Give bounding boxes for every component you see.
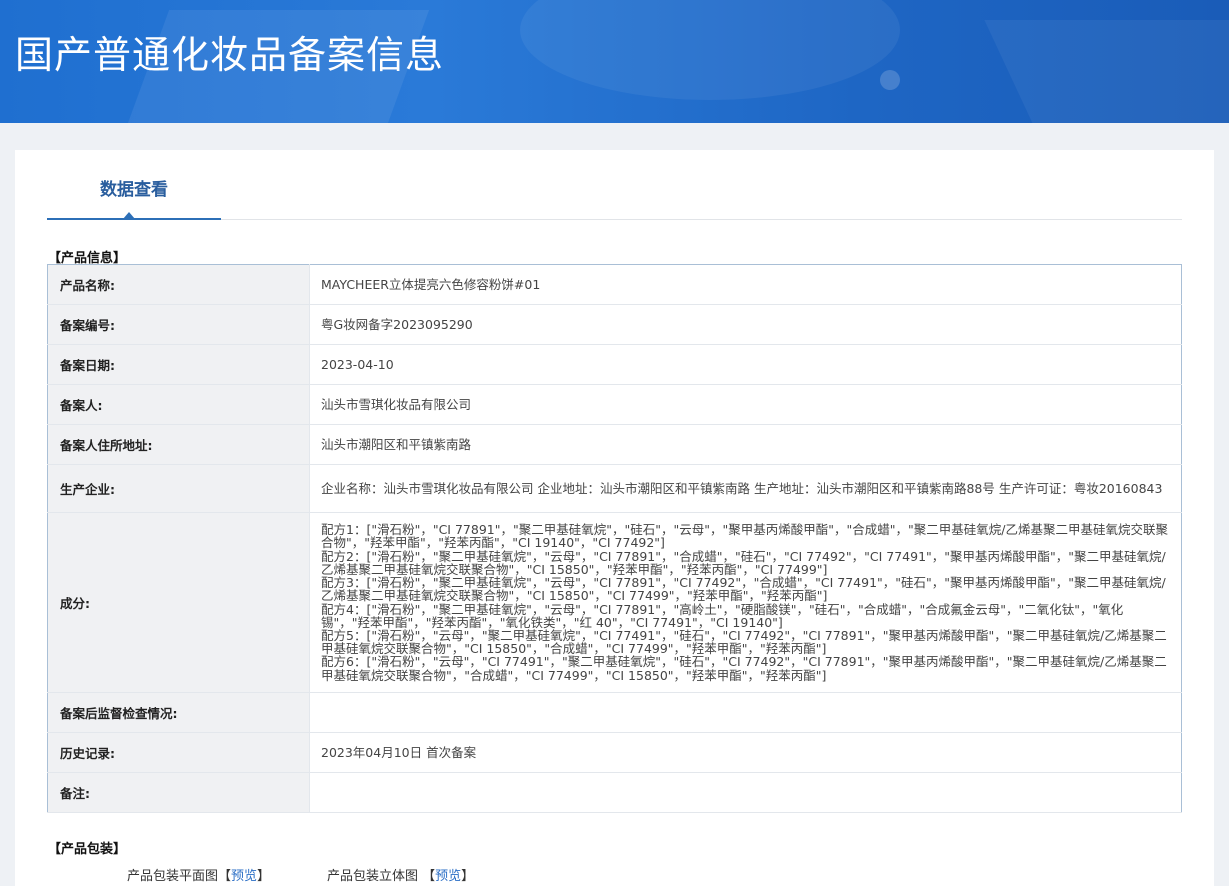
row-label: 备案人: bbox=[47, 384, 310, 425]
row-label: 生产企业: bbox=[47, 464, 310, 513]
registration-number-value: 粤G妆网备字2023095290 bbox=[309, 304, 1182, 345]
table-row: 产品名称: MAYCHEER立体提亮六色修容粉饼#01 bbox=[47, 264, 1182, 305]
table-row: 备案人: 汕头市雪琪化妆品有限公司 bbox=[47, 384, 1182, 425]
formula-line: 配方2：["滑石粉"，"聚二甲基硅氧烷"，"云母"，"CI 77891"，"合成… bbox=[321, 548, 1166, 577]
packaging-3d-label: 产品包装立体图 bbox=[327, 869, 423, 884]
banner-decoration bbox=[520, 0, 900, 100]
formula-line: 配方5：["滑石粉"，"云母"，"聚二甲基硅氧烷"，"CI 77491"，"硅石… bbox=[321, 627, 1167, 657]
registration-date-value: 2023-04-10 bbox=[309, 344, 1182, 385]
packaging-flat-item: 产品包装平面图【预览】 bbox=[127, 865, 270, 884]
header-banner: 国产普通化妆品备案信息 bbox=[0, 0, 1229, 123]
bracket: 【 bbox=[218, 869, 232, 884]
bracket: 】 bbox=[461, 869, 475, 884]
bracket: 】 bbox=[257, 869, 271, 884]
table-row: 历史记录: 2023年04月10日 首次备案 bbox=[47, 732, 1182, 773]
formula-line: 配方3：["滑石粉"，"聚二甲基硅氧烷"，"云母"，"CI 77891"，"CI… bbox=[321, 575, 1166, 604]
table-row: 生产企业: 企业名称：汕头市雪琪化妆品有限公司 企业地址：汕头市潮阳区和平镇紫南… bbox=[47, 464, 1182, 513]
row-label: 备案人住所地址: bbox=[47, 424, 310, 465]
row-label: 备案日期: bbox=[47, 344, 310, 385]
row-label: 备案编号: bbox=[47, 304, 310, 345]
content-card: 数据查看 【产品信息】 产品名称: MAYCHEER立体提亮六色修容粉饼#01 … bbox=[15, 150, 1214, 886]
table-row: 成分: 配方1：["滑石粉"，"CI 77891"，"聚二甲基硅氧烷"，"硅石"… bbox=[47, 512, 1182, 693]
supervision-value bbox=[309, 692, 1182, 733]
remarks-value bbox=[309, 772, 1182, 813]
manufacturer-value: 企业名称：汕头市雪琪化妆品有限公司 企业地址：汕头市潮阳区和平镇紫南路 生产地址… bbox=[309, 464, 1182, 513]
packaging-3d-item: 产品包装立体图 【预览】 bbox=[327, 865, 474, 884]
bracket: 【 bbox=[422, 869, 436, 884]
table-row: 备案后监督检查情况: bbox=[47, 692, 1182, 733]
formula-line: 配方4：["滑石粉"，"聚二甲基硅氧烷"，"云母"，"CI 77891"，"高岭… bbox=[321, 601, 1124, 630]
banner-decoration bbox=[880, 70, 900, 90]
history-value: 2023年04月10日 首次备案 bbox=[309, 732, 1182, 773]
table-row: 备案人住所地址: 汕头市潮阳区和平镇紫南路 bbox=[47, 424, 1182, 465]
banner-decoration bbox=[984, 20, 1229, 123]
formula-line: 配方6：["滑石粉"，"云母"，"CI 77491"，"聚二甲基硅氧烷"，"硅石… bbox=[321, 654, 1167, 683]
registrant-address-value: 汕头市潮阳区和平镇紫南路 bbox=[309, 424, 1182, 465]
packaging-flat-label: 产品包装平面图 bbox=[127, 869, 219, 884]
ingredients-value: 配方1：["滑石粉"，"CI 77891"，"聚二甲基硅氧烷"，"硅石"，"云母… bbox=[309, 512, 1182, 693]
preview-3d-link[interactable]: 预览 bbox=[435, 869, 461, 884]
product-name-value: MAYCHEER立体提亮六色修容粉饼#01 bbox=[309, 264, 1182, 305]
tab-data-view[interactable]: 数据查看 bbox=[47, 150, 221, 220]
preview-flat-link[interactable]: 预览 bbox=[231, 869, 257, 884]
tab-bar: 数据查看 bbox=[47, 150, 1182, 220]
row-label: 产品名称: bbox=[47, 264, 310, 305]
row-label: 历史记录: bbox=[47, 732, 310, 773]
packaging-title: 【产品包装】 bbox=[48, 842, 127, 857]
row-label: 备注: bbox=[47, 772, 310, 813]
table-row: 备注: bbox=[47, 772, 1182, 813]
product-info-table: 产品名称: MAYCHEER立体提亮六色修容粉饼#01 备案编号: 粤G妆网备字… bbox=[47, 264, 1182, 813]
tab-label: 数据查看 bbox=[100, 180, 168, 200]
formula-line: 配方1：["滑石粉"，"CI 77891"，"聚二甲基硅氧烷"，"硅石"，"云母… bbox=[321, 522, 1168, 551]
row-label: 备案后监督检查情况: bbox=[47, 692, 310, 733]
registrant-value: 汕头市雪琪化妆品有限公司 bbox=[309, 384, 1182, 425]
row-label: 成分: bbox=[47, 512, 310, 693]
table-row: 备案编号: 粤G妆网备字2023095290 bbox=[47, 304, 1182, 345]
tab-active-caret-icon bbox=[123, 212, 135, 219]
page-title: 国产普通化妆品备案信息 bbox=[15, 33, 445, 77]
table-row: 备案日期: 2023-04-10 bbox=[47, 344, 1182, 385]
